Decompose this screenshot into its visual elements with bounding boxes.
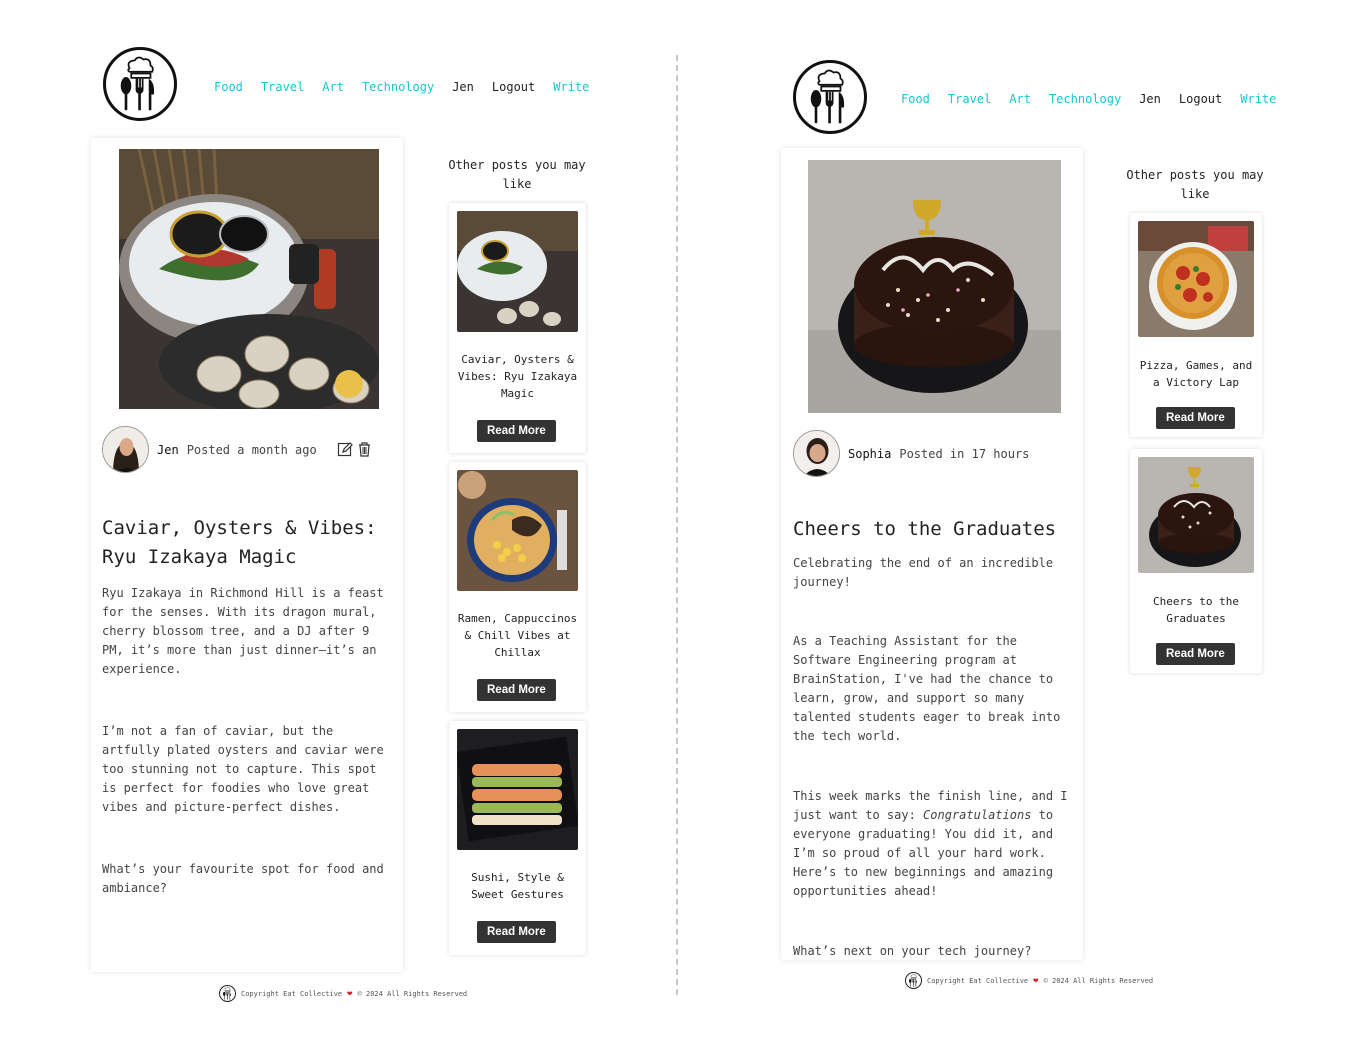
nav-technology[interactable]: Technology: [1049, 92, 1121, 106]
read-more-button[interactable]: Read More: [1156, 643, 1235, 665]
author-avatar[interactable]: [102, 426, 149, 473]
related-card-image[interactable]: [457, 211, 578, 332]
nav-food[interactable]: Food: [214, 80, 243, 94]
post-paragraph: Celebrating the end of an incredible jou…: [793, 556, 1054, 589]
post-hero-image: [808, 160, 1061, 413]
heart-icon: ❤: [1033, 975, 1039, 986]
footer-copyright: Copyright Eat Collective: [241, 989, 343, 998]
read-more-button[interactable]: Read More: [477, 921, 556, 943]
edit-icon[interactable]: [337, 441, 354, 458]
related-card-image[interactable]: [457, 470, 578, 591]
post-paragraph: This week marks the finish line, and I j…: [793, 787, 1075, 901]
nav-user[interactable]: Jen: [452, 80, 474, 94]
post-paragraph: What’s your favourite spot for food and …: [102, 862, 384, 895]
related-heading: Other posts you may like: [448, 158, 586, 191]
nav-technology[interactable]: Technology: [362, 80, 434, 94]
post-title: Caviar, Oysters & Vibes: Ryu Izakaya Mag…: [102, 517, 377, 568]
nav-food[interactable]: Food: [901, 92, 930, 106]
post-body: Ryu Izakaya in Richmond Hill is a feast …: [102, 584, 387, 938]
main-nav: Food Travel Art Technology Jen Logout Wr…: [214, 80, 589, 94]
related-card-title[interactable]: Pizza, Games, and a Victory Lap: [1136, 357, 1256, 391]
site-footer: Copyright Eat Collective ❤ © 2024 All Ri…: [219, 985, 467, 1002]
post-paragraph: Ryu Izakaya in Richmond Hill is a feast …: [102, 586, 384, 676]
related-card: Caviar, Oysters & Vibes: Ryu Izakaya Mag…: [449, 203, 586, 453]
related-card: Cheers to the Graduates Read More: [1130, 449, 1262, 673]
author-name[interactable]: Jen: [157, 443, 179, 457]
site-footer: Copyright Eat Collective ❤ © 2024 All Ri…: [905, 972, 1153, 989]
author-avatar[interactable]: [793, 430, 840, 477]
nav-write[interactable]: Write: [553, 80, 589, 94]
nav-travel[interactable]: Travel: [948, 92, 991, 106]
post-paragraph: I’m not a fan of caviar, but the artfull…: [102, 724, 384, 814]
right-screen: Food Travel Art Technology Jen Logout Wr…: [778, 56, 1278, 996]
post-byline: Jen Posted a month ago: [102, 426, 317, 473]
post-paragraph: As a Teaching Assistant for the Software…: [793, 634, 1061, 743]
related-card-title[interactable]: Cheers to the Graduates: [1136, 593, 1256, 627]
related-card: Pizza, Games, and a Victory Lap Read Mor…: [1130, 213, 1262, 437]
emphasis-text: Congratulations: [923, 808, 1032, 822]
chef-logo-icon: [809, 69, 845, 125]
delete-icon[interactable]: [356, 441, 373, 458]
post-date: Posted in 17 hours: [899, 446, 1030, 461]
post-body: Celebrating the end of an incredible jou…: [793, 554, 1075, 1001]
related-card-image[interactable]: [1138, 221, 1254, 337]
footer-logo-icon: [905, 972, 922, 989]
post-article: Sophia Posted in 17 hours Cheers to the …: [781, 148, 1083, 960]
related-heading: Other posts you may like: [1126, 168, 1264, 201]
read-more-button[interactable]: Read More: [1156, 407, 1235, 429]
site-logo[interactable]: [103, 47, 177, 121]
nav-travel[interactable]: Travel: [261, 80, 304, 94]
footer-rights: © 2024 All Rights Reserved: [1043, 976, 1154, 985]
site-logo[interactable]: [793, 60, 867, 134]
post-article: Jen Posted a month ago Caviar, Oysters &…: [91, 138, 403, 972]
footer-copyright: Copyright Eat Collective: [927, 976, 1029, 985]
read-more-button[interactable]: Read More: [477, 420, 556, 442]
panel-divider: [676, 55, 678, 995]
chef-logo-icon: [119, 56, 155, 112]
related-card-title[interactable]: Sushi, Style & Sweet Gestures: [455, 869, 580, 903]
nav-art[interactable]: Art: [1009, 92, 1031, 106]
nav-write[interactable]: Write: [1240, 92, 1276, 106]
nav-user[interactable]: Jen: [1139, 92, 1161, 106]
left-screen: Food Travel Art Technology Jen Logout Wr…: [88, 44, 608, 1014]
post-paragraph: What’s next on your tech journey?: [793, 944, 1032, 958]
post-tools: [337, 441, 373, 458]
author-name[interactable]: Sophia: [848, 447, 891, 461]
related-card: Ramen, Cappuccinos & Chill Vibes at Chil…: [449, 462, 586, 712]
read-more-button[interactable]: Read More: [477, 679, 556, 701]
post-date: Posted a month ago: [186, 442, 317, 457]
nav-logout[interactable]: Logout: [492, 80, 535, 94]
post-hero-image: [119, 149, 379, 409]
nav-logout[interactable]: Logout: [1179, 92, 1222, 106]
post-title: Cheers to the Graduates: [793, 518, 1057, 540]
footer-rights: © 2024 All Rights Reserved: [357, 989, 468, 998]
heart-icon: ❤: [347, 988, 353, 999]
post-byline: Sophia Posted in 17 hours: [793, 430, 1029, 477]
nav-art[interactable]: Art: [322, 80, 344, 94]
related-card-image[interactable]: [1138, 457, 1254, 573]
related-card-title[interactable]: Ramen, Cappuccinos & Chill Vibes at Chil…: [455, 610, 580, 661]
related-card: Sushi, Style & Sweet Gestures Read More: [449, 721, 586, 955]
footer-logo-icon: [219, 985, 236, 1002]
main-nav: Food Travel Art Technology Jen Logout Wr…: [901, 92, 1276, 106]
related-card-image[interactable]: [457, 729, 578, 850]
related-card-title[interactable]: Caviar, Oysters & Vibes: Ryu Izakaya Mag…: [455, 351, 580, 402]
